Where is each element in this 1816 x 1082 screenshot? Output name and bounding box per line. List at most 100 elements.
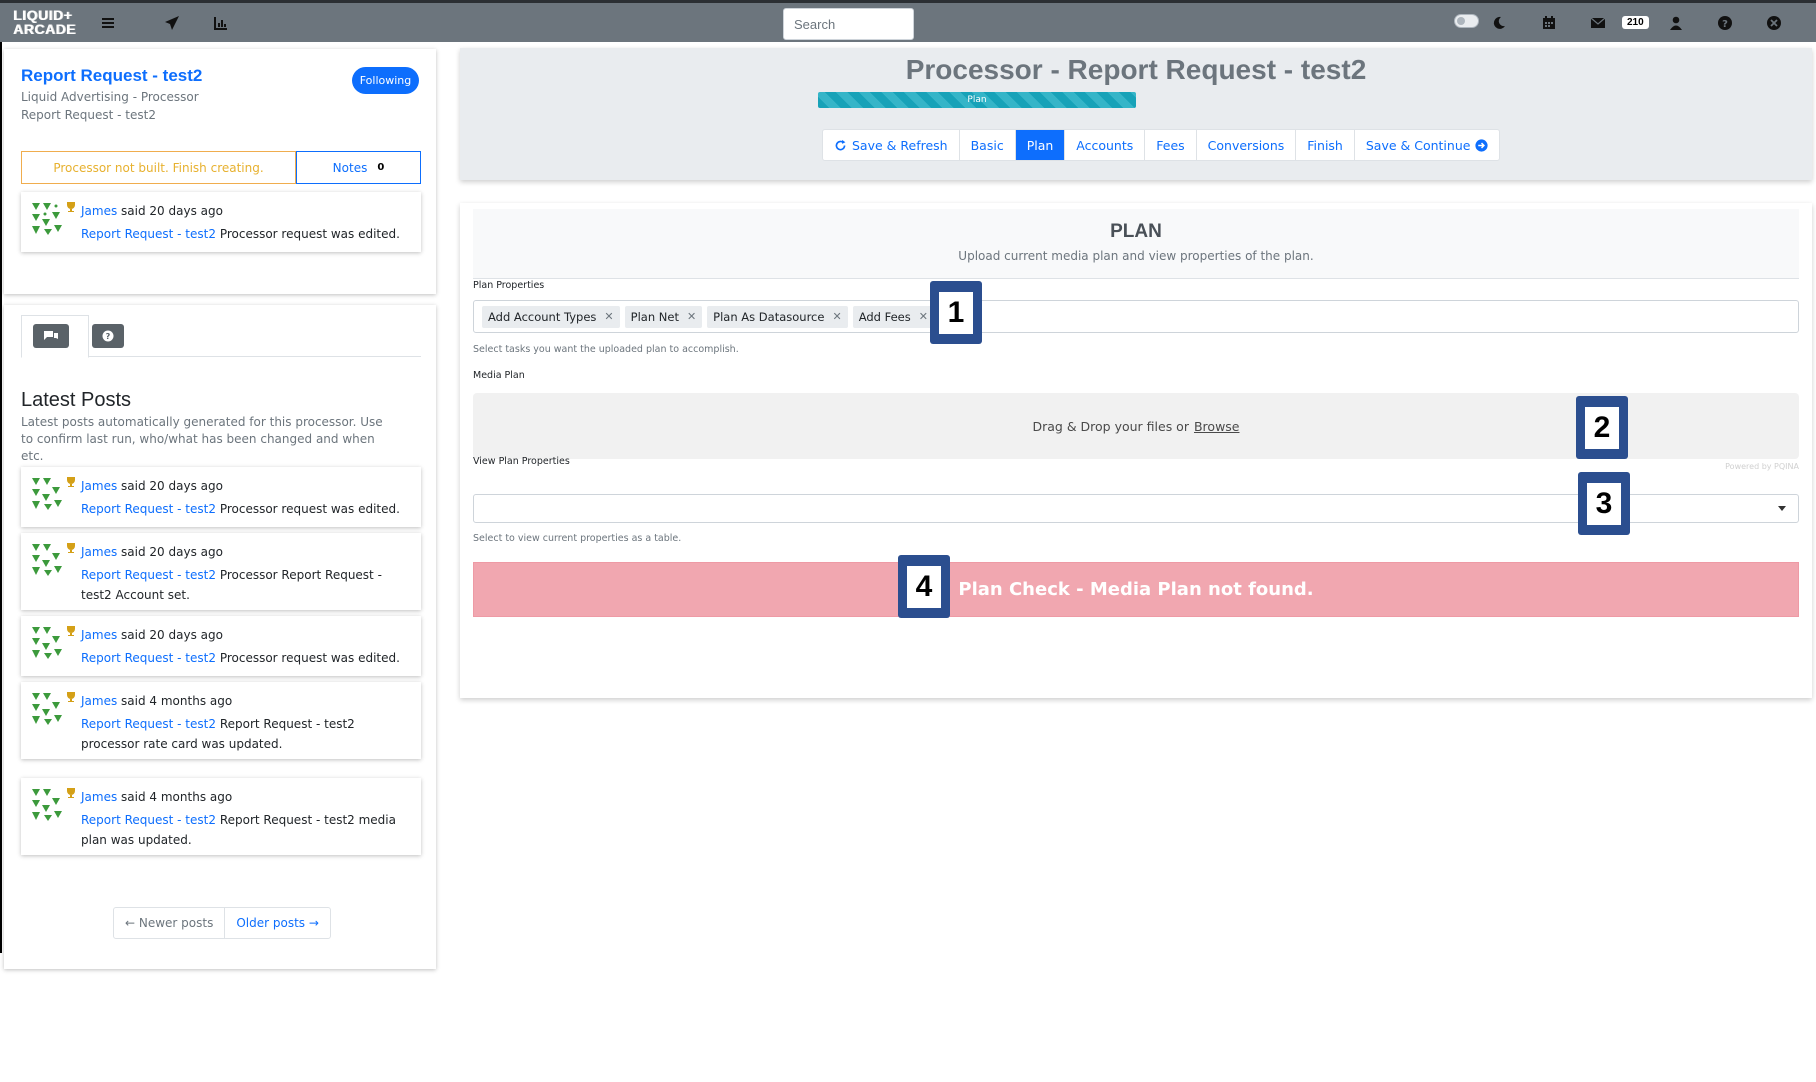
processor-header-card: Processor - Report Request - test2 Plan … — [460, 48, 1812, 180]
trophy-icon — [67, 202, 75, 212]
post-header: James said 4 months ago — [81, 694, 232, 708]
post-author-link[interactable]: James — [81, 545, 117, 559]
avatar — [32, 627, 62, 659]
post-link[interactable]: Report Request - test2 — [81, 227, 216, 241]
help-icon[interactable]: ? — [92, 324, 124, 348]
avatar — [32, 203, 62, 235]
latest-posts-description: Latest posts automatically generated for… — [21, 415, 383, 463]
notes-button[interactable]: Notes 0 — [296, 151, 421, 184]
post-body: Report Request - test2 Report Request - … — [81, 714, 411, 754]
media-plan-label: Media Plan — [473, 370, 525, 381]
post-link[interactable]: Report Request - test2 — [81, 717, 216, 731]
older-posts-button[interactable]: Older posts → — [225, 908, 330, 938]
close-icon[interactable] — [1763, 12, 1785, 34]
callout-1: 1 — [930, 281, 982, 344]
list-item: James said 20 days ago Report Request - … — [21, 467, 421, 527]
following-button[interactable]: Following — [352, 67, 419, 94]
logo[interactable]: LIQUID+ ARCADE — [13, 8, 87, 38]
save-refresh-button[interactable]: Save & Refresh — [823, 130, 960, 160]
post-time: said 20 days ago — [121, 204, 223, 218]
trophy-icon — [67, 543, 75, 553]
remove-tag-icon[interactable]: ✕ — [832, 310, 841, 323]
post-author-link[interactable]: James — [81, 479, 117, 493]
post-link[interactable]: Report Request - test2 — [81, 502, 216, 516]
tab-basic[interactable]: Basic — [960, 130, 1016, 160]
processor-name: Report Request - test2 — [21, 108, 156, 122]
callout-number: 4 — [907, 565, 941, 608]
avatar — [32, 693, 62, 725]
post-body: Report Request - test2 Processor Report … — [81, 565, 411, 605]
post-link[interactable]: Report Request - test2 — [81, 568, 216, 582]
post-body: Report Request - test2 Report Request - … — [81, 810, 411, 850]
post-body: Report Request - test2 Processor request… — [81, 648, 411, 668]
post-header: James said 20 days ago — [81, 204, 223, 218]
theme-toggle-switch[interactable] — [1454, 14, 1479, 28]
list-item: James said 20 days ago Report Request - … — [21, 533, 421, 610]
tag-add-fees: Add Fees ✕ — [852, 305, 934, 328]
chevron-down-icon — [1778, 506, 1786, 511]
menu-icon[interactable] — [97, 12, 119, 34]
post-time: said 4 months ago — [121, 694, 233, 708]
posts-tab-strip: ? — [21, 315, 421, 358]
post-link[interactable]: Report Request - test2 — [81, 813, 216, 827]
latest-posts-card: ? Latest Posts Latest posts automaticall… — [4, 305, 436, 969]
logo-line2: ARCADE — [13, 21, 76, 37]
left-sidebar: Report Request - test2 Liquid Advertisin… — [0, 42, 436, 969]
plan-header: PLAN Upload current media plan and view … — [473, 209, 1799, 279]
tab-accounts[interactable]: Accounts — [1065, 130, 1146, 160]
tag-label: Add Account Types — [488, 309, 597, 324]
post-author-link[interactable]: James — [81, 790, 117, 804]
tab-plan[interactable]: Plan — [1015, 130, 1066, 160]
post-body: Report Request - test2 Processor request… — [81, 499, 411, 519]
remove-tag-icon[interactable]: ✕ — [919, 310, 928, 323]
tab-finish[interactable]: Finish — [1296, 130, 1355, 160]
trophy-icon — [67, 626, 75, 636]
processor-title[interactable]: Report Request - test2 — [21, 66, 202, 86]
svg-text:?: ? — [106, 332, 111, 341]
save-continue-button[interactable]: Save & Continue — [1355, 130, 1500, 160]
top-post: James said 20 days ago Report Request - … — [21, 192, 421, 252]
tab-conversions[interactable]: Conversions — [1197, 130, 1297, 160]
wizard-nav: Save & Refresh Basic Plan Accounts Fees … — [822, 129, 1501, 161]
plan-properties-input[interactable]: Add Account Types ✕ Plan Net ✕ Plan As D… — [473, 300, 1799, 333]
tag-plan-as-datasource: Plan As Datasource ✕ — [707, 305, 848, 328]
plan-subtitle: Upload current media plan and view prope… — [958, 249, 1314, 263]
remove-tag-icon[interactable]: ✕ — [687, 310, 696, 323]
tab-fees[interactable]: Fees — [1145, 130, 1197, 160]
chart-icon[interactable] — [210, 12, 232, 34]
comments-icon[interactable] — [33, 324, 69, 348]
help-icon[interactable]: ? — [1714, 12, 1736, 34]
post-header: James said 4 months ago — [81, 790, 232, 804]
post-header: James said 20 days ago — [81, 628, 223, 642]
search-input[interactable] — [783, 8, 914, 40]
user-icon[interactable] — [1665, 12, 1687, 34]
post-time: said 20 days ago — [121, 545, 223, 559]
svg-text:?: ? — [1722, 19, 1728, 30]
plan-title: PLAN — [1110, 221, 1162, 242]
newer-posts-button[interactable]: ← Newer posts — [114, 908, 226, 938]
post-author-link[interactable]: James — [81, 694, 117, 708]
page-title: Processor - Report Request - test2 — [905, 54, 1367, 85]
status-row: Processor not built. Finish creating. No… — [21, 151, 421, 184]
processor-summary-card: Report Request - test2 Liquid Advertisin… — [4, 49, 436, 294]
remove-tag-icon[interactable]: ✕ — [604, 310, 613, 323]
avatar — [32, 789, 62, 821]
save-continue-label: Save & Continue — [1365, 137, 1471, 153]
progress-label: Plan — [967, 95, 987, 105]
browse-link[interactable]: Browse — [1194, 419, 1240, 434]
calendar-icon[interactable] — [1538, 12, 1560, 34]
send-icon[interactable] — [161, 12, 183, 34]
post-header: James said 20 days ago — [81, 479, 223, 493]
list-item: James said 4 months ago Report Request -… — [21, 682, 421, 759]
notes-count: 0 — [377, 162, 385, 173]
post-author-link[interactable]: James — [81, 628, 117, 642]
callout-4: 4 — [898, 555, 950, 618]
post-link[interactable]: Report Request - test2 — [81, 651, 216, 665]
post-author-link[interactable]: James — [81, 204, 117, 218]
dropzone-text: Drag & Drop your files or — [1032, 418, 1189, 434]
moon-icon[interactable] — [1488, 12, 1510, 34]
mail-icon[interactable] — [1587, 12, 1609, 34]
trophy-icon — [67, 477, 75, 487]
top-navbar: LIQUID+ ARCADE 210 ? — [0, 0, 1816, 42]
plan-properties-hint: Select tasks you want the uploaded plan … — [473, 344, 739, 355]
